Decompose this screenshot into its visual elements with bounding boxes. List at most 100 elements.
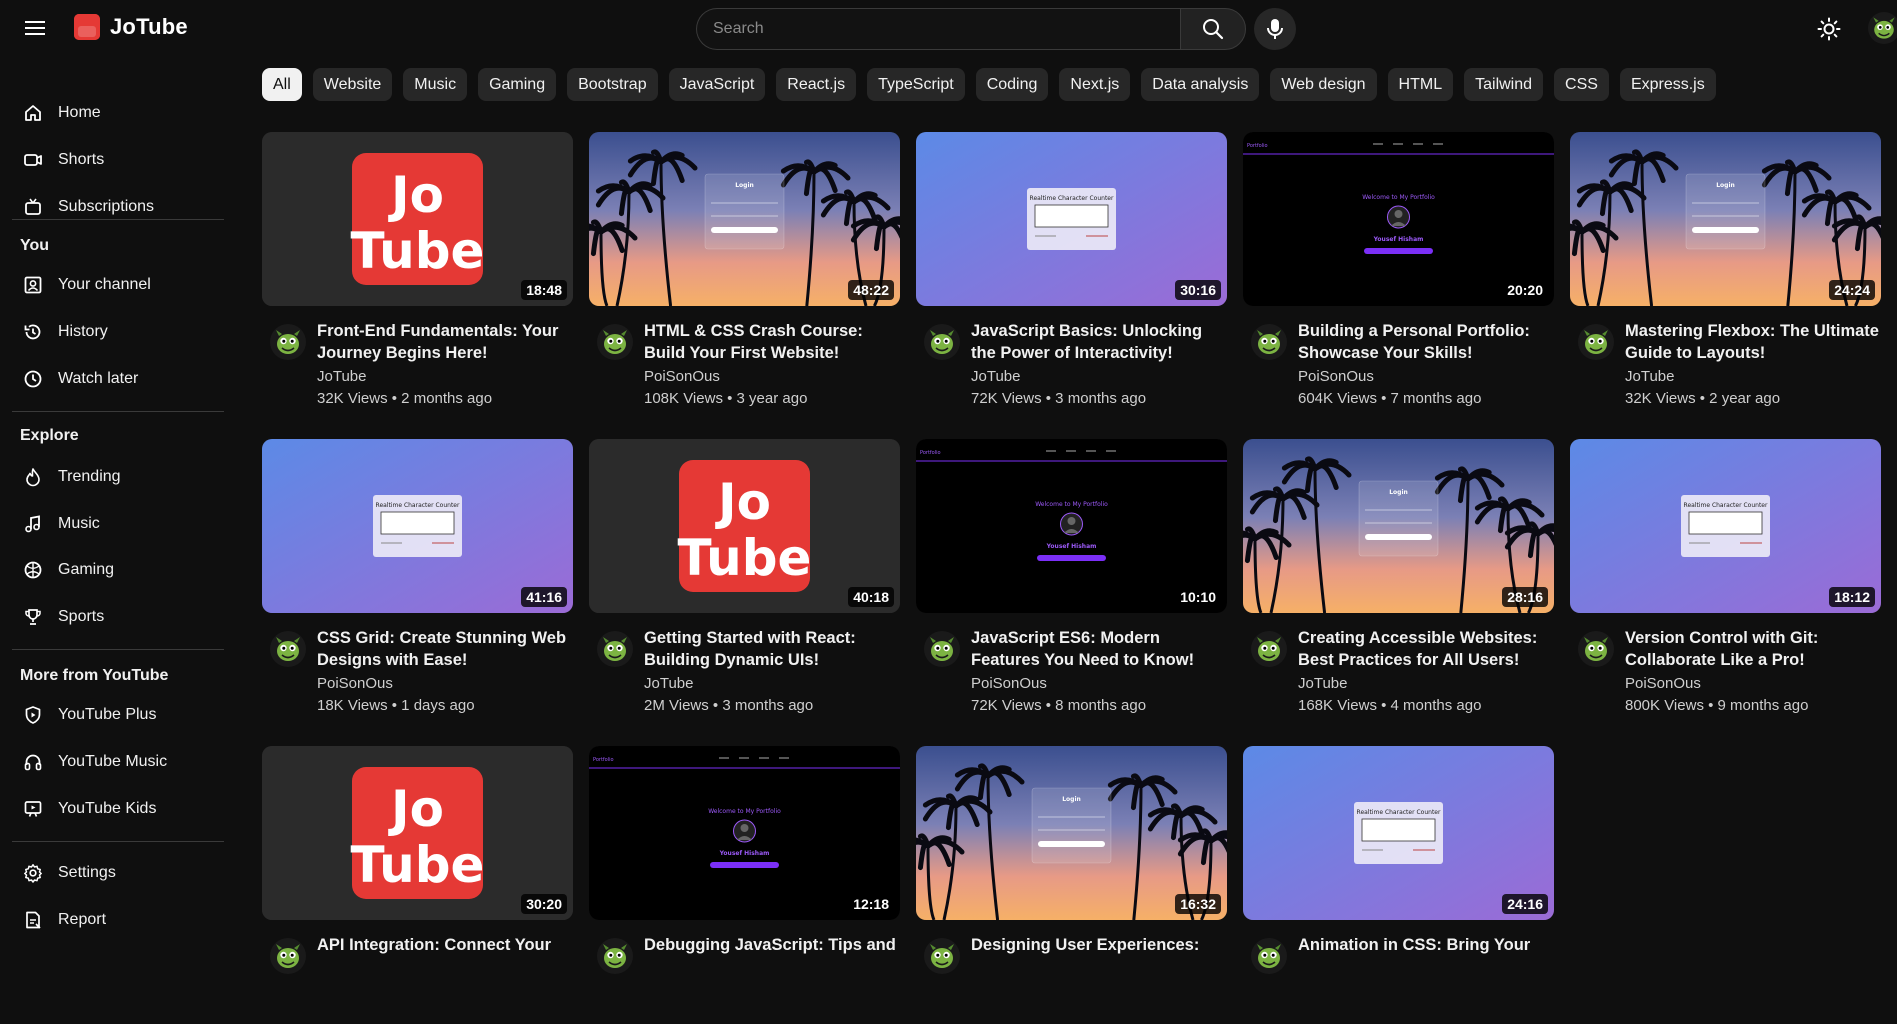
video-channel-name[interactable]: JoTube — [1625, 368, 1674, 385]
channel-avatar-icon[interactable] — [1578, 324, 1614, 360]
chip-web-design[interactable]: Web design — [1270, 68, 1377, 101]
sidebar-item-music[interactable]: Music — [12, 504, 224, 544]
video-title[interactable]: API Integration: Connect Your — [317, 934, 572, 956]
sidebar-item-subscriptions[interactable]: Subscriptions — [12, 187, 224, 227]
chip-expressjs[interactable]: Express.js — [1619, 68, 1716, 101]
video-channel-name[interactable]: PoiSonOus — [317, 675, 393, 692]
video-thumbnail[interactable]: Jo Tube 30:20 — [262, 746, 573, 920]
sidebar-item-trending[interactable]: Trending — [12, 457, 224, 497]
video-title[interactable]: Mastering Flexbox: The Ultimate Guide to… — [1625, 320, 1880, 364]
video-title[interactable]: Building a Personal Portfolio: Showcase … — [1298, 320, 1553, 364]
video-title[interactable]: CSS Grid: Create Stunning Web Designs wi… — [317, 627, 572, 671]
video-channel-name[interactable]: PoiSonOus — [644, 368, 720, 385]
video-card[interactable]: Realtime Character Counter 18:12 Version… — [1570, 439, 1881, 717]
video-thumbnail[interactable]: Realtime Character Counter 24:16 — [1243, 746, 1554, 920]
sidebar-item-your-channel[interactable]: Your channel — [12, 265, 224, 305]
channel-avatar-icon[interactable] — [1251, 631, 1287, 667]
sidebar-item-watch-later[interactable]: Watch later — [12, 359, 224, 399]
sidebar-item-youtube-music[interactable]: YouTube Music — [12, 742, 224, 782]
voice-search-button[interactable] — [1254, 8, 1296, 50]
video-channel-name[interactable]: PoiSonOus — [971, 675, 1047, 692]
menu-button[interactable] — [22, 16, 50, 40]
video-thumbnail[interactable]: Realtime Character Counter 41:16 — [262, 439, 573, 613]
chip-data-analysis[interactable]: Data analysis — [1141, 68, 1260, 101]
sidebar-item-shorts[interactable]: Shorts — [12, 140, 224, 180]
channel-avatar-icon[interactable] — [924, 324, 960, 360]
video-thumbnail[interactable]: Jo Tube 18:48 — [262, 132, 573, 306]
brand-logo[interactable]: JoTube — [74, 14, 188, 40]
channel-avatar-icon[interactable] — [270, 631, 306, 667]
video-title[interactable]: Version Control with Git: Collaborate Li… — [1625, 627, 1880, 671]
search-input[interactable] — [696, 8, 1180, 50]
chip-nextjs[interactable]: Next.js — [1059, 68, 1131, 101]
chip-html[interactable]: HTML — [1387, 68, 1454, 101]
video-thumbnail[interactable]: Login 16:32 — [916, 746, 1227, 920]
chip-music[interactable]: Music — [403, 68, 468, 101]
video-card[interactable]: Login 28:16 Creating Accessible Websites… — [1243, 439, 1554, 717]
channel-avatar-icon[interactable] — [270, 938, 306, 974]
search-button[interactable] — [1180, 8, 1246, 50]
video-card[interactable]: Portfolio Welcome to My Portfolio Yousef… — [589, 746, 900, 1024]
video-title[interactable]: Debugging JavaScript: Tips and — [644, 934, 899, 956]
video-channel-name[interactable]: PoiSonOus — [1298, 368, 1374, 385]
video-card[interactable]: Login 24:24 Mastering Flexbox: The Ultim… — [1570, 132, 1881, 410]
channel-avatar-icon[interactable] — [924, 938, 960, 974]
sidebar-item-home[interactable]: Home — [12, 93, 224, 133]
video-title[interactable]: Front-End Fundamentals: Your Journey Beg… — [317, 320, 572, 364]
video-channel-name[interactable]: JoTube — [1298, 675, 1347, 692]
chip-bootstrap[interactable]: Bootstrap — [567, 68, 658, 101]
video-card[interactable]: Login 48:22 HTML & CSS Crash Course: Bui… — [589, 132, 900, 410]
sidebar-item-youtube-plus[interactable]: YouTube Plus — [12, 695, 224, 735]
chip-css[interactable]: CSS — [1554, 68, 1609, 101]
video-card[interactable]: Login 16:32 Designing User Experiences: — [916, 746, 1227, 1024]
video-thumbnail[interactable]: Portfolio Welcome to My Portfolio Yousef… — [916, 439, 1227, 613]
video-card[interactable]: Portfolio Welcome to My Portfolio Yousef… — [1243, 132, 1554, 410]
theme-toggle-button[interactable] — [1814, 14, 1844, 44]
channel-avatar-icon[interactable] — [1251, 324, 1287, 360]
video-thumbnail[interactable]: Portfolio Welcome to My Portfolio Yousef… — [589, 746, 900, 920]
channel-avatar-icon[interactable] — [597, 938, 633, 974]
video-thumbnail[interactable]: Portfolio Welcome to My Portfolio Yousef… — [1243, 132, 1554, 306]
video-thumbnail[interactable]: Realtime Character Counter 30:16 — [916, 132, 1227, 306]
channel-avatar-icon[interactable] — [270, 324, 306, 360]
chip-typescript[interactable]: TypeScript — [867, 68, 965, 101]
video-thumbnail[interactable]: Login 28:16 — [1243, 439, 1554, 613]
video-thumbnail[interactable]: Login 24:24 — [1570, 132, 1881, 306]
video-thumbnail[interactable]: Login 48:22 — [589, 132, 900, 306]
video-title[interactable]: JavaScript Basics: Unlocking the Power o… — [971, 320, 1226, 364]
video-channel-name[interactable]: JoTube — [317, 368, 366, 385]
chip-all[interactable]: All — [262, 68, 302, 101]
chip-javascript[interactable]: JavaScript — [668, 68, 766, 101]
video-card[interactable]: Jo Tube 18:48 Front-End Fundamentals: Yo… — [262, 132, 573, 410]
channel-avatar-icon[interactable] — [1251, 938, 1287, 974]
channel-avatar-icon[interactable] — [597, 631, 633, 667]
chip-reactjs[interactable]: React.js — [776, 68, 857, 101]
chip-website[interactable]: Website — [312, 68, 393, 101]
channel-avatar-icon[interactable] — [924, 631, 960, 667]
video-card[interactable]: Jo Tube 40:18 Getting Started with React… — [589, 439, 900, 717]
sidebar-item-settings[interactable]: Settings — [12, 853, 224, 893]
channel-avatar-icon[interactable] — [597, 324, 633, 360]
chip-gaming[interactable]: Gaming — [478, 68, 557, 101]
video-thumbnail[interactable]: Jo Tube 40:18 — [589, 439, 900, 613]
video-channel-name[interactable]: PoiSonOus — [1625, 675, 1701, 692]
video-card[interactable]: Realtime Character Counter 24:16 Animati… — [1243, 746, 1554, 1024]
sidebar-item-sports[interactable]: Sports — [12, 597, 224, 637]
video-card[interactable]: Portfolio Welcome to My Portfolio Yousef… — [916, 439, 1227, 717]
video-title[interactable]: Creating Accessible Websites: Best Pract… — [1298, 627, 1553, 671]
sidebar-item-gaming[interactable]: Gaming — [12, 550, 224, 590]
video-card[interactable]: Jo Tube 30:20 API Integration: Connect Y… — [262, 746, 573, 1024]
video-card[interactable]: Realtime Character Counter 41:16 CSS Gri… — [262, 439, 573, 717]
video-channel-name[interactable]: JoTube — [971, 368, 1020, 385]
video-card[interactable]: Realtime Character Counter 30:16 JavaScr… — [916, 132, 1227, 410]
video-title[interactable]: Animation in CSS: Bring Your — [1298, 934, 1553, 956]
video-title[interactable]: JavaScript ES6: Modern Features You Need… — [971, 627, 1226, 671]
chip-tailwind[interactable]: Tailwind — [1464, 68, 1544, 101]
video-title[interactable]: Designing User Experiences: — [971, 934, 1226, 956]
sidebar-item-report[interactable]: Report — [12, 900, 224, 940]
sidebar-item-history[interactable]: History — [12, 312, 224, 352]
user-avatar-button[interactable] — [1868, 12, 1897, 44]
video-title[interactable]: Getting Started with React: Building Dyn… — [644, 627, 899, 671]
channel-avatar-icon[interactable] — [1578, 631, 1614, 667]
chip-coding[interactable]: Coding — [975, 68, 1049, 101]
